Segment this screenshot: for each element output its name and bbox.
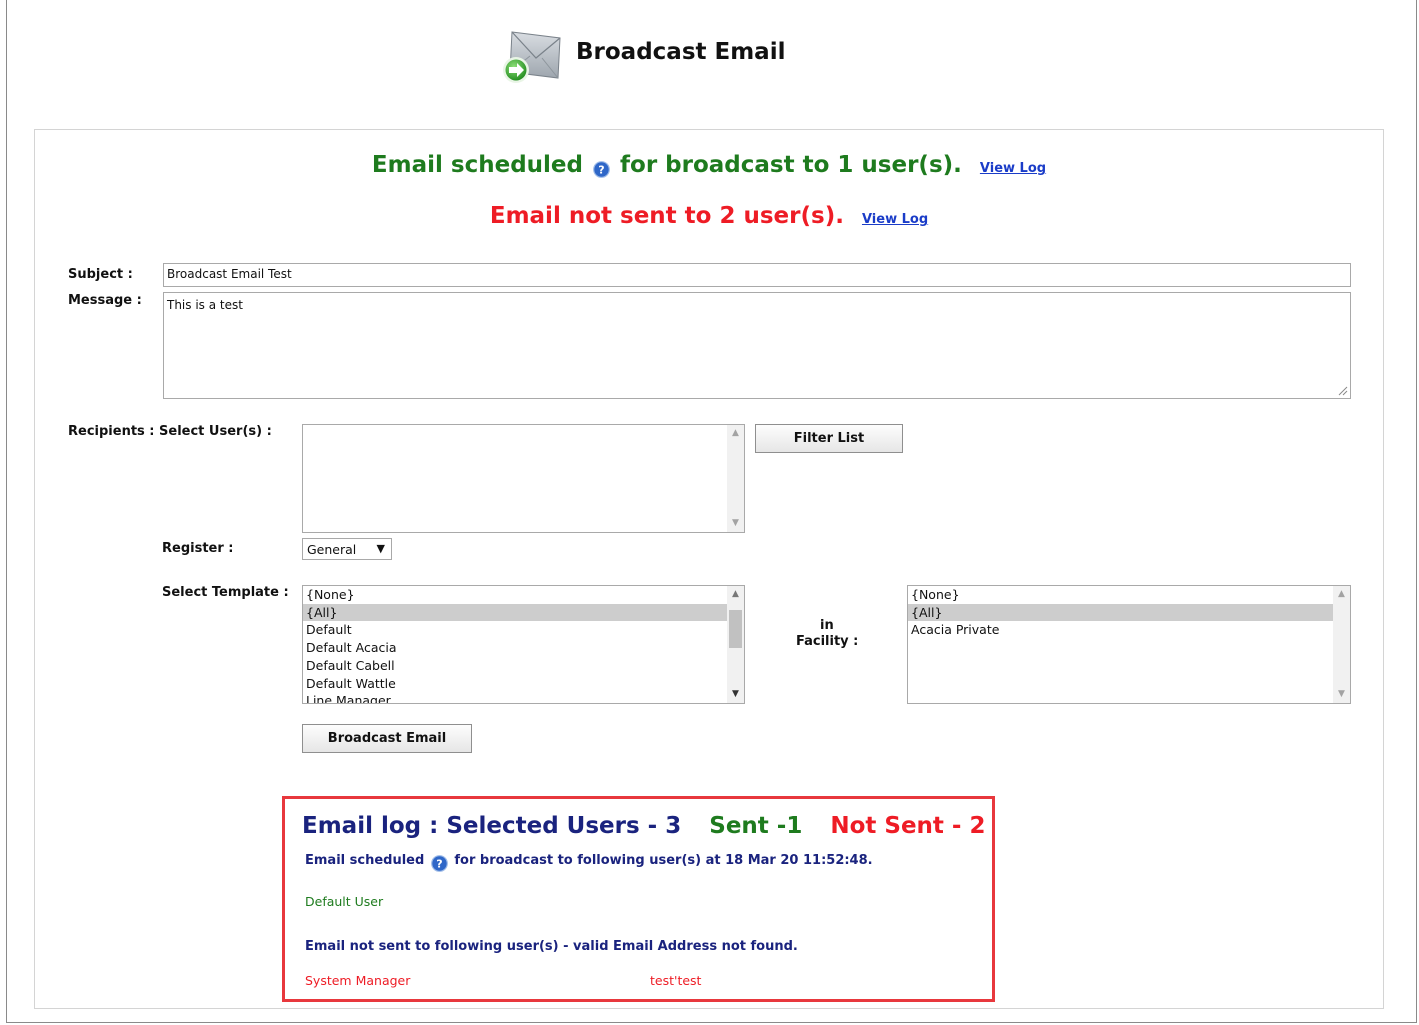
- template-listbox[interactable]: {None} {All} Default Default Acacia Defa…: [302, 585, 745, 704]
- message-label: Message :: [68, 293, 142, 308]
- filter-list-button[interactable]: Filter List: [755, 424, 903, 453]
- scroll-down-arrow-icon[interactable]: ▼: [727, 515, 744, 532]
- scroll-down-arrow-icon[interactable]: ▼: [1333, 686, 1350, 703]
- svg-text:?: ?: [598, 164, 604, 177]
- scroll-up-arrow-icon[interactable]: ▲: [727, 586, 744, 603]
- template-option-selected[interactable]: {All}: [303, 603, 727, 622]
- status-scheduled: Email scheduled ? for broadcast to 1 use…: [35, 152, 1383, 178]
- message-text: This is a test: [167, 298, 243, 312]
- view-log-link-scheduled[interactable]: View Log: [980, 161, 1046, 176]
- log-scheduled-text-2: for broadcast to following user(s) at 18…: [454, 853, 873, 868]
- svg-text:?: ?: [436, 858, 442, 871]
- broadcast-email-button[interactable]: Broadcast Email: [302, 724, 472, 753]
- facility-option-selected[interactable]: {All}: [908, 603, 1333, 622]
- template-option[interactable]: Default Wattle: [303, 675, 727, 693]
- scheduled-user: Default User: [305, 894, 384, 909]
- status-scheduled-text-1: Email scheduled: [371, 152, 583, 178]
- not-sent-user: System Manager: [305, 973, 411, 988]
- resize-grip-icon[interactable]: [1338, 386, 1348, 396]
- page-title: Broadcast Email: [576, 39, 786, 65]
- facility-option[interactable]: Acacia Private: [908, 621, 1333, 639]
- help-icon[interactable]: ?: [593, 161, 610, 178]
- facility-options: {None} {All} Acacia Private: [908, 586, 1350, 639]
- log-scheduled-text-1: Email scheduled: [305, 853, 425, 868]
- scroll-up-arrow-icon[interactable]: ▲: [727, 425, 744, 442]
- broadcast-email-icon: [503, 31, 561, 83]
- facility-scrollbar[interactable]: ▲ ▼: [1333, 586, 1350, 703]
- register-label: Register :: [162, 541, 234, 556]
- email-log-not-sent: Not Sent - 2: [830, 813, 986, 839]
- facility-option[interactable]: {None}: [908, 586, 1333, 604]
- dropdown-caret-icon: ▼: [376, 542, 385, 555]
- email-log-not-sent-line: Email not sent to following user(s) - va…: [305, 939, 798, 954]
- view-log-link-not-sent[interactable]: View Log: [862, 212, 928, 227]
- facility-listbox[interactable]: {None} {All} Acacia Private ▲ ▼: [907, 585, 1351, 704]
- template-scrollbar[interactable]: ▲ ▼: [727, 586, 744, 703]
- template-option[interactable]: Default Cabell: [303, 657, 727, 675]
- template-option[interactable]: Default: [303, 621, 727, 639]
- status-not-sent-text: Email not sent to 2 user(s).: [489, 203, 844, 229]
- scroll-up-arrow-icon[interactable]: ▲: [1333, 586, 1350, 603]
- subject-label: Subject :: [68, 267, 133, 282]
- message-textarea[interactable]: This is a test: [163, 292, 1351, 399]
- register-select[interactable]: General ▼: [302, 538, 392, 560]
- not-sent-user: test'test: [650, 973, 702, 988]
- subject-input[interactable]: Broadcast Email Test: [163, 263, 1351, 287]
- in-label: in: [820, 618, 834, 633]
- scroll-down-arrow-icon[interactable]: ▼: [727, 686, 744, 703]
- template-option[interactable]: Line Manager: [303, 692, 727, 703]
- select-template-label: Select Template :: [162, 585, 289, 600]
- register-selected-value: General: [307, 542, 357, 557]
- email-log-box: Email log : Selected Users - 3 Sent -1 Not…: [282, 796, 995, 1002]
- email-log-scheduled-line: Email scheduled ? for broadcast to follo…: [305, 853, 873, 872]
- email-log-sent: Sent -1: [709, 813, 803, 839]
- email-log-heading: Email log : Selected Users - 3 Sent -1 Not…: [302, 813, 986, 839]
- template-option[interactable]: Default Acacia: [303, 639, 727, 657]
- status-not-sent: Email not sent to 2 user(s). View Log: [35, 203, 1383, 229]
- template-options: {None} {All} Default Default Acacia Defa…: [303, 586, 744, 703]
- facility-label: Facility :: [796, 634, 859, 649]
- template-scroll-thumb[interactable]: [729, 610, 742, 648]
- help-icon[interactable]: ?: [430, 855, 448, 872]
- template-option[interactable]: {None}: [303, 586, 727, 604]
- users-scrollbar[interactable]: ▲ ▼: [727, 425, 744, 532]
- select-users-listbox[interactable]: ▲ ▼: [302, 424, 745, 533]
- recipients-label: Recipients : Select User(s) :: [68, 424, 272, 439]
- email-log-selected: Email log : Selected Users - 3: [302, 813, 682, 839]
- status-scheduled-text-2: for broadcast to 1 user(s).: [620, 152, 962, 178]
